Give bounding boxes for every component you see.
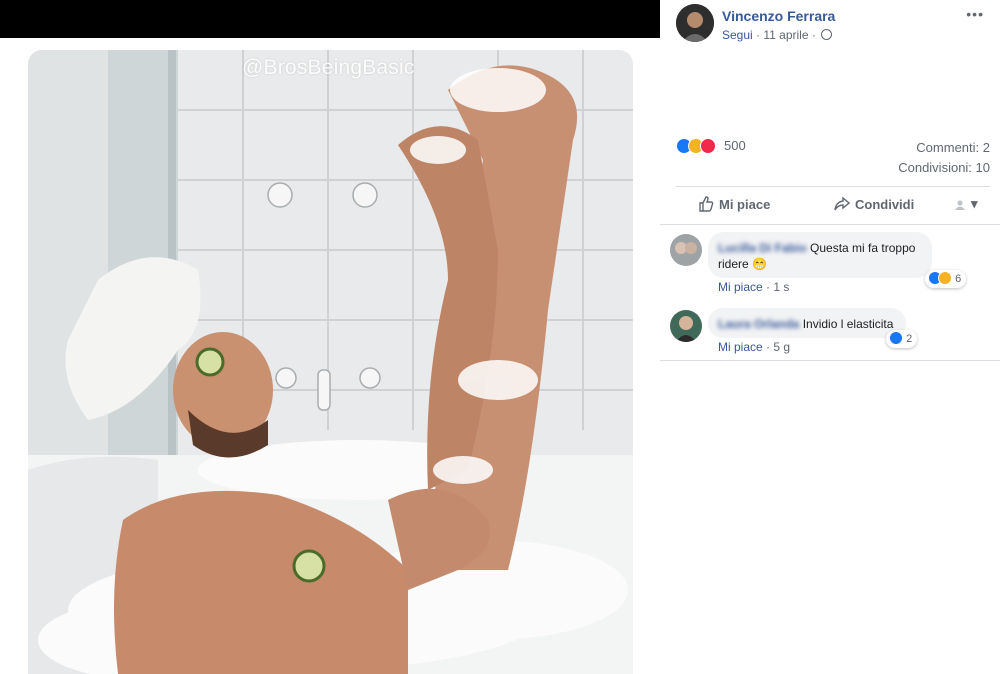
post-stats: 500 Commenti: 2 Condivisioni: 10 — [676, 138, 990, 178]
follow-link[interactable]: Segui — [722, 28, 753, 42]
haha-reaction-icon — [938, 271, 952, 285]
commenter-name[interactable]: Laura Orlanda — [718, 317, 799, 331]
comment-reactions[interactable]: 6 — [925, 270, 967, 288]
author-avatar[interactable] — [676, 4, 714, 42]
viewer-top-bar — [0, 0, 660, 38]
reaction-picker-button[interactable]: ▾ — [954, 196, 978, 214]
meta-separator: · — [752, 28, 764, 42]
post-actions: Mi piace Condividi ▾ — [676, 190, 990, 222]
love-reaction-icon — [700, 138, 716, 154]
comment-meta: Mi piace · 5 g — [718, 340, 791, 354]
commenter-name[interactable]: Lucilla Di Fabio — [718, 241, 807, 255]
photo-watermark: @BrosBeingBasic — [242, 56, 415, 79]
share-arrow-icon — [834, 196, 851, 215]
author-name[interactable]: Vincenzo Ferrara — [722, 8, 835, 24]
comment-text: Invidio l elasticita — [802, 317, 894, 331]
divider — [660, 224, 1000, 225]
comment-time[interactable]: 1 s — [773, 280, 789, 294]
chevron-down-icon: ▾ — [971, 196, 978, 211]
more-options-icon[interactable]: ••• — [966, 6, 984, 22]
post-photo[interactable] — [28, 50, 633, 674]
comment-reactions-count: 6 — [955, 273, 962, 285]
comment-reactions-count: 2 — [906, 333, 913, 345]
photo-viewer: @BrosBeingBasic — [0, 0, 660, 674]
reactions-count[interactable]: 500 — [724, 138, 746, 153]
comment-reactions[interactable]: 2 — [886, 330, 918, 348]
facebook-photo-viewer: @BrosBeingBasic Vincenzo Ferrara Segui ·… — [0, 0, 1000, 674]
post-sidebar: Vincenzo Ferrara Segui · 11 aprile · •••… — [660, 0, 1000, 674]
share-button[interactable]: Condividi — [834, 196, 914, 215]
comment-like-link[interactable]: Mi piace — [718, 340, 763, 354]
like-button[interactable]: Mi piace — [698, 196, 770, 215]
like-label: Mi piace — [719, 197, 771, 212]
comment-time[interactable]: 5 g — [773, 340, 790, 354]
divider — [676, 186, 990, 187]
commenter-avatar[interactable] — [670, 310, 702, 342]
comments-count[interactable]: Commenti: 2 — [916, 140, 990, 155]
post-date[interactable]: 11 aprile — [763, 28, 808, 42]
audience-icon — [954, 199, 966, 214]
commenter-avatar[interactable] — [670, 234, 702, 266]
thumbs-up-icon — [698, 196, 714, 215]
like-reaction-icon — [889, 331, 903, 345]
globe-icon — [821, 29, 833, 40]
shares-count[interactable]: Condivisioni: 10 — [898, 160, 990, 175]
post-header: Vincenzo Ferrara Segui · 11 aprile · ••• — [676, 4, 996, 48]
meta-separator-2: · — [808, 28, 820, 42]
divider — [660, 360, 1000, 361]
comment-like-link[interactable]: Mi piace — [718, 280, 763, 294]
share-label: Condividi — [855, 197, 915, 212]
post-meta: Segui · 11 aprile · — [722, 28, 833, 42]
comment-bubble: Laura Orlanda Invidio l elasticita — [708, 308, 906, 338]
comment-bubble: Lucilla Di Fabio Questa mi fa troppo rid… — [708, 232, 932, 278]
comment-meta: Mi piace · 1 s — [718, 280, 790, 294]
